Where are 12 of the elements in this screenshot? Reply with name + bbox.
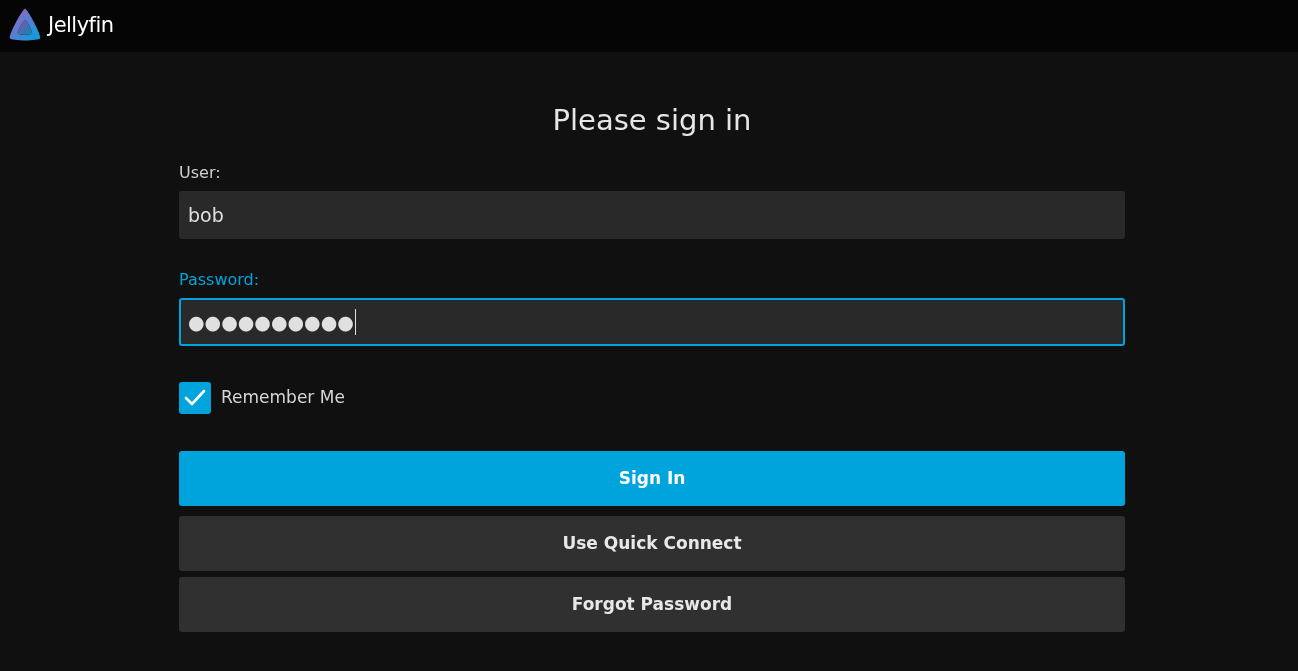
- input-field[interactable]: bob: [179, 191, 1125, 239]
- checkbox[interactable]: [179, 382, 211, 414]
- checkbox-label: Remember Me: [221, 386, 345, 410]
- input-field[interactable]: ●●●●●●●●●●: [179, 298, 1125, 346]
- logo-text: Jellyfin: [48, 12, 114, 40]
- secondary-button[interactable]: Use Quick Connect: [179, 516, 1125, 571]
- secondary-button[interactable]: Forgot Password: [179, 577, 1125, 632]
- page-title: Please sign in: [551, 102, 753, 139]
- field-label: Password:: [179, 269, 261, 291]
- text-cursor-icon: [354, 309, 357, 335]
- field-label: User:: [179, 162, 222, 184]
- checkmark-icon: [184, 389, 206, 407]
